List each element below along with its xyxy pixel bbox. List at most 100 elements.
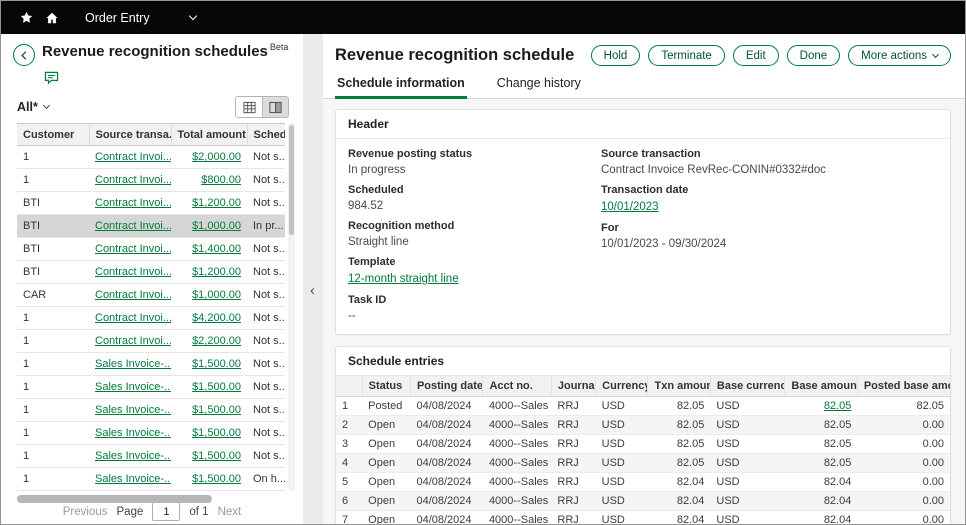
- source-transaction-link[interactable]: Contract Invoi...: [95, 220, 171, 232]
- source-transaction-link[interactable]: Contract Invoi...: [95, 335, 171, 347]
- favorites-star-icon[interactable]: [13, 5, 39, 31]
- total-amount-link[interactable]: $1,500.00: [192, 404, 241, 416]
- next-page-link[interactable]: Next: [218, 506, 242, 518]
- total-amount-link[interactable]: $2,200.00: [192, 335, 241, 347]
- tab-schedule-information[interactable]: Schedule information: [335, 71, 467, 99]
- schedule-list-row[interactable]: 1 Contract Invoi... $800.00 Not s...: [17, 168, 285, 192]
- left-column-header-source-transa[interactable]: Source transa...: [89, 123, 172, 146]
- schedule-list-row[interactable]: 1 Contract Invoi... $2,200.00 Not s...: [17, 329, 285, 353]
- split-view-button[interactable]: [262, 97, 288, 117]
- schedule-list-row[interactable]: BTI Contract Invoi... $1,400.00 Not s...: [17, 237, 285, 261]
- total-amount-link[interactable]: $1,200.00: [192, 197, 241, 209]
- source-transaction-link[interactable]: Sales Invoice-...: [95, 404, 171, 416]
- total-amount-link[interactable]: $1,500.00: [192, 358, 241, 370]
- source-transaction-link[interactable]: Contract Invoi...: [95, 151, 171, 163]
- action-button-terminate[interactable]: Terminate: [648, 45, 725, 66]
- source-transaction-link[interactable]: Contract Invoi...: [95, 243, 171, 255]
- field-label: Source transaction: [601, 148, 701, 160]
- vertical-scrollbar-thumb[interactable]: [289, 125, 294, 235]
- cell-source-transaction: Contract Invoi...: [89, 329, 171, 353]
- action-button-edit[interactable]: Edit: [732, 45, 779, 66]
- schedule-list-row[interactable]: BTI Contract Invoi... $1,200.00 Not s...: [17, 260, 285, 284]
- cell-txn-amount: 82.05: [647, 434, 711, 454]
- vertical-scrollbar[interactable]: [288, 123, 295, 491]
- horizontal-scrollbar-thumb[interactable]: [17, 495, 213, 503]
- total-amount-link[interactable]: $1,500.00: [192, 450, 241, 462]
- header-fields: Revenue posting status In progress Schedul…: [336, 139, 950, 334]
- source-transaction-link[interactable]: Sales Invoice-...: [95, 381, 171, 393]
- action-button-hold[interactable]: Hold: [590, 45, 641, 66]
- source-transaction-link[interactable]: Contract Invoi...: [95, 289, 171, 301]
- total-amount-link[interactable]: $4,200.00: [192, 312, 241, 324]
- total-amount-link[interactable]: $1,000.00: [192, 289, 241, 301]
- schedule-entries-card: Schedule entries Status Posting date Acct …: [335, 346, 951, 524]
- total-amount-link[interactable]: $1,500.00: [192, 381, 241, 393]
- page-number-input[interactable]: [152, 502, 181, 521]
- field-label: Revenue posting status: [348, 148, 473, 160]
- schedule-list-row[interactable]: CAR Contract Invoi... $1,000.00 Not s...: [17, 283, 285, 307]
- cell-row-number: 2: [336, 415, 363, 435]
- collapse-panel-button[interactable]: ‹: [305, 277, 320, 303]
- source-transaction-link[interactable]: Sales Invoice-...: [95, 473, 171, 485]
- schedule-list-row[interactable]: BTI Contract Invoi... $1,000.00 In pr...: [17, 214, 285, 238]
- base-amount-link[interactable]: 82.05: [824, 400, 852, 412]
- entry-row[interactable]: 7 Open 04/08/2024 4000--Sales RRJ USD 82.04 USD…: [336, 510, 950, 524]
- entries-body: 1 Posted 04/08/2024 4000--Sales RRJ USD 82.05 U…: [336, 396, 950, 524]
- cell-acct-no: 4000--Sales: [482, 396, 552, 416]
- total-amount-link[interactable]: $1,200.00: [192, 266, 241, 278]
- table-view-button[interactable]: [236, 97, 262, 117]
- source-transaction-link[interactable]: Sales Invoice-...: [95, 427, 171, 439]
- source-transaction-link[interactable]: Contract Invoi...: [95, 266, 171, 278]
- field-value-link[interactable]: 10/01/2023: [601, 201, 659, 213]
- entry-row[interactable]: 4 Open 04/08/2024 4000--Sales RRJ USD 82.05 USD…: [336, 453, 950, 473]
- left-column-header-schedu[interactable]: Schedu: [247, 123, 285, 146]
- schedule-list-row[interactable]: 1 Contract Invoi... $4,200.00 Not s...: [17, 306, 285, 330]
- view-filter-dropdown[interactable]: All*: [17, 100, 50, 114]
- left-column-header-customer[interactable]: Customer: [17, 123, 90, 146]
- entry-row[interactable]: 1 Posted 04/08/2024 4000--Sales RRJ USD 82.05 U…: [336, 396, 950, 416]
- source-transaction-link[interactable]: Sales Invoice-...: [95, 358, 171, 370]
- view-filter-label: All*: [17, 100, 38, 114]
- entry-row[interactable]: 5 Open 04/08/2024 4000--Sales RRJ USD 82.04 USD…: [336, 472, 950, 492]
- source-transaction-link[interactable]: Sales Invoice-...: [95, 450, 171, 462]
- total-amount-link[interactable]: $800.00: [201, 174, 241, 186]
- field-label: Transaction date: [601, 184, 689, 196]
- home-icon[interactable]: [39, 5, 65, 31]
- entry-row[interactable]: 2 Open 04/08/2024 4000--Sales RRJ USD 82.05 USD…: [336, 415, 950, 435]
- schedule-list-row[interactable]: BTI Contract Invoi... $1,200.00 Not s...: [17, 191, 285, 215]
- schedule-list-row[interactable]: 1 Sales Invoice-... $1,500.00 Not s...: [17, 444, 285, 468]
- entry-row[interactable]: 6 Open 04/08/2024 4000--Sales RRJ USD 82.04 USD…: [336, 491, 950, 511]
- previous-page-link[interactable]: Previous: [63, 506, 108, 518]
- total-amount-link[interactable]: $1,000.00: [192, 220, 241, 232]
- total-amount-link[interactable]: $2,000.00: [192, 151, 241, 163]
- cell-customer: 1: [17, 444, 89, 468]
- total-amount-link[interactable]: $1,400.00: [192, 243, 241, 255]
- action-button-more-actions[interactable]: More actions: [848, 45, 951, 66]
- cell-status: Open: [362, 491, 411, 511]
- tab-change-history[interactable]: Change history: [495, 71, 583, 98]
- back-button[interactable]: [13, 44, 35, 66]
- page-title: Revenue recognition schedules Beta: [42, 42, 289, 60]
- cell-base-currency: USD: [710, 434, 785, 454]
- schedule-list-row[interactable]: 1 Sales Invoice-... $1,500.00 Not s...: [17, 352, 285, 376]
- entry-row[interactable]: 3 Open 04/08/2024 4000--Sales RRJ USD 82.05 USD…: [336, 434, 950, 454]
- field-value-link[interactable]: 12-month straight line: [348, 273, 459, 285]
- schedule-list-row[interactable]: 1 Sales Invoice-... $1,500.00 Not s...: [17, 421, 285, 445]
- schedule-list-row[interactable]: 1 Sales Invoice-... $1,500.00 Not s...: [17, 398, 285, 422]
- cell-total-amount: $1,500.00: [171, 467, 247, 491]
- action-button-done[interactable]: Done: [786, 45, 841, 66]
- schedule-list-row[interactable]: 1 Contract Invoi... $2,000.00 Not s...: [17, 145, 285, 169]
- source-transaction-link[interactable]: Contract Invoi...: [95, 174, 171, 186]
- schedule-list-row[interactable]: 1 Sales Invoice-... $1,500.00 On h...: [17, 467, 285, 491]
- cell-acct-no: 4000--Sales: [482, 491, 552, 511]
- total-amount-link[interactable]: $1,500.00: [192, 473, 241, 485]
- feedback-icon[interactable]: [44, 71, 59, 87]
- left-column-header-total-amount[interactable]: Total amount: [171, 123, 248, 146]
- field-label: For: [601, 222, 619, 234]
- schedule-list-row[interactable]: 1 Sales Invoice-... $1,500.00 Not s...: [17, 375, 285, 399]
- source-transaction-link[interactable]: Contract Invoi...: [95, 312, 171, 324]
- source-transaction-link[interactable]: Contract Invoi...: [95, 197, 171, 209]
- total-amount-link[interactable]: $1,500.00: [192, 427, 241, 439]
- module-selector[interactable]: Order Entry: [85, 11, 197, 25]
- cell-acct-no: 4000--Sales: [482, 510, 552, 524]
